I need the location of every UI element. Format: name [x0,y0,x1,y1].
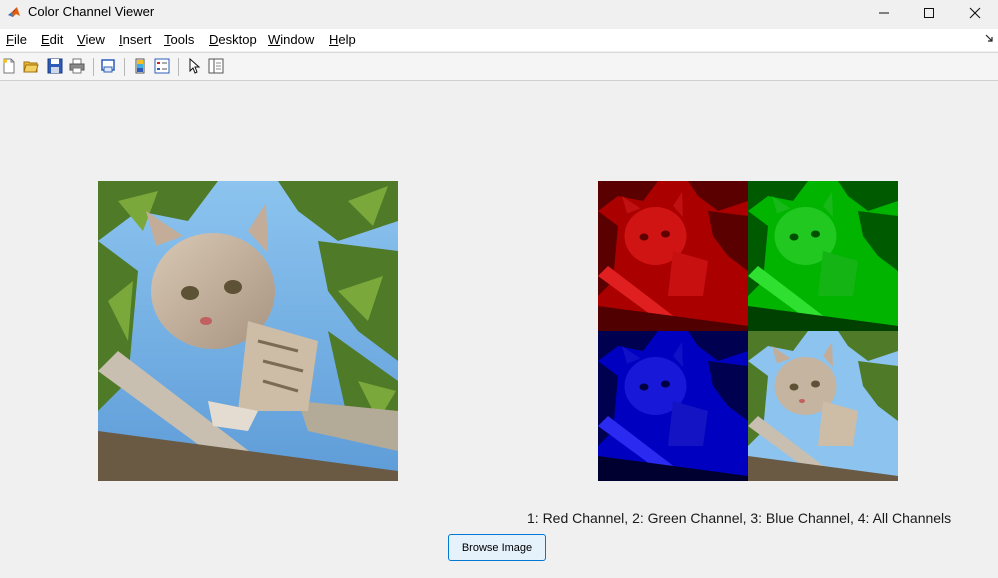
open-file-icon [23,61,39,73]
select-pointer-button[interactable] [185,57,203,75]
cat-in-tree-photo [98,181,398,481]
colorbar-icon [135,58,145,74]
title-bar: Color Channel Viewer [0,0,998,26]
figure-toolbar [0,52,998,81]
menu-insert[interactable]: Insert [119,32,152,47]
blue-channel-photo [598,331,748,481]
new-figure-icon [3,58,15,74]
property-inspector-button[interactable] [207,57,225,75]
menu-file[interactable]: File [6,32,27,47]
menu-help[interactable]: Help [329,32,356,47]
red-channel-image [598,181,748,331]
colorbar-button[interactable] [131,57,149,75]
window-title: Color Channel Viewer [28,4,155,19]
legend-icon [154,58,170,74]
property-inspector-icon [208,58,224,74]
blue-channel-image [598,331,748,481]
maximize-button[interactable] [906,0,952,26]
menu-view[interactable]: View [77,32,105,47]
toolbar-separator [93,58,94,76]
legend-button[interactable] [153,57,171,75]
green-channel-image [748,181,898,331]
print-button[interactable] [68,57,86,75]
red-channel-photo [598,181,748,331]
browse-image-button[interactable]: Browse Image [448,534,546,561]
toolbar-separator [124,58,125,76]
minimize-button[interactable] [861,0,907,26]
menu-window[interactable]: Window [268,32,314,47]
channel-grid-axes [598,181,898,481]
channel-caption: 1: Red Channel, 2: Green Channel, 3: Blu… [527,510,952,526]
maximize-icon [924,8,934,18]
toolbar-separator [178,58,179,76]
menu-tools[interactable]: Tools [164,32,194,47]
close-icon [969,7,981,19]
new-figure-button[interactable] [0,57,18,75]
close-button[interactable] [952,0,998,26]
menu-desktop[interactable]: Desktop [209,32,257,47]
print-preview-icon [101,59,115,73]
open-file-button[interactable] [22,57,40,75]
print-icon [69,58,85,74]
original-image-axes [98,181,398,481]
green-channel-photo [748,181,898,331]
menu-bar: File Edit View Insert Tools Desktop Wind… [0,29,998,51]
dock-arrow-icon[interactable] [985,34,993,42]
all-channels-image [748,331,898,481]
matlab-app-icon [8,7,20,17]
save-icon [47,58,63,74]
menu-edit[interactable]: Edit [41,32,63,47]
all-channels-photo [748,331,898,481]
minimize-icon [879,12,889,14]
print-preview-button[interactable] [99,57,117,75]
select-pointer-icon [189,58,201,74]
save-button[interactable] [46,57,64,75]
